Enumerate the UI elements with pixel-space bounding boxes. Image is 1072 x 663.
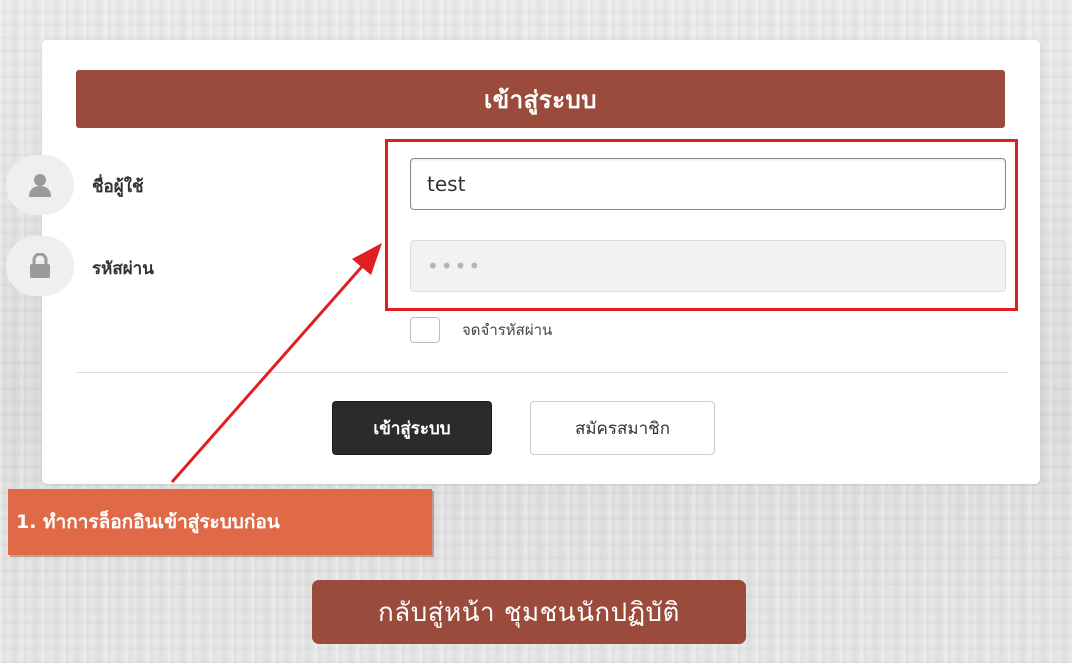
annotation-arrow — [170, 243, 382, 483]
annotation-label: 1. ทำการล็อกอินเข้าสู่ระบบก่อน — [8, 489, 432, 555]
back-to-community-button[interactable]: กลับสู่หน้า ชุมชนนักปฏิบัติ — [312, 580, 746, 644]
